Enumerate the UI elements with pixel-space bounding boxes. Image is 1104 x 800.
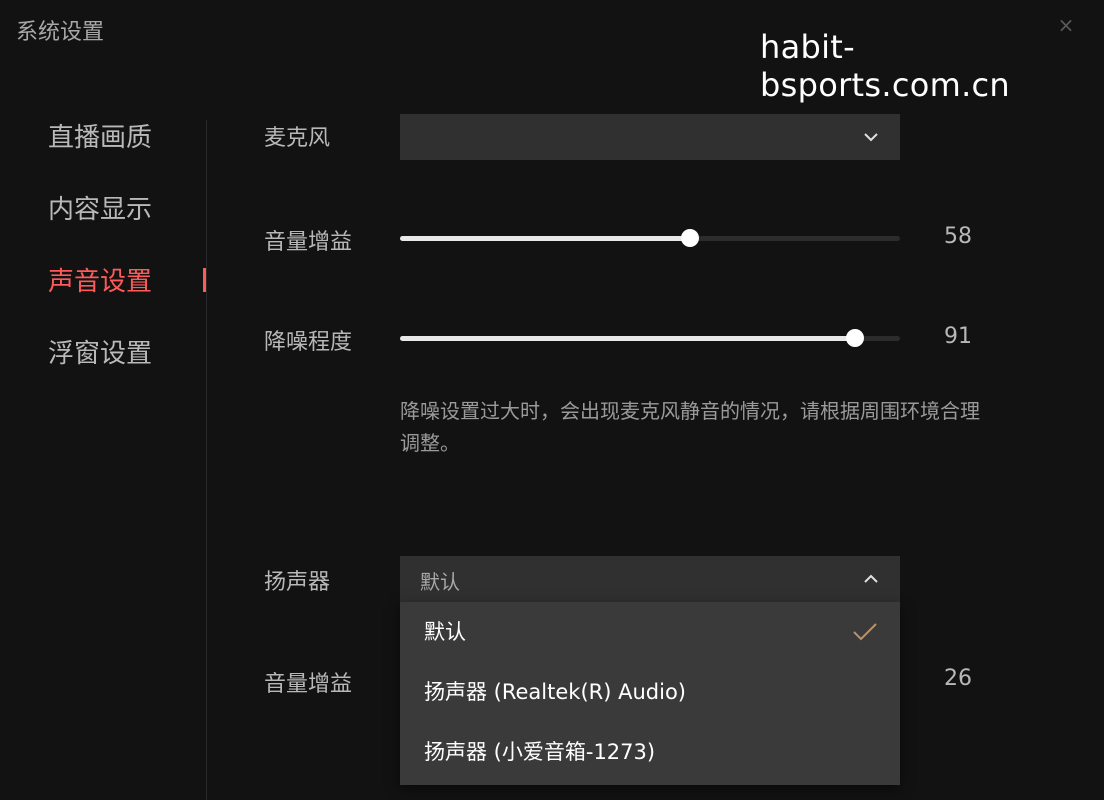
microphone-label: 麦克风 (264, 126, 331, 151)
slider-thumb[interactable] (681, 229, 699, 247)
mic-gain-slider[interactable] (400, 228, 900, 248)
noise-reduction-slider[interactable] (400, 328, 900, 348)
slider-thumb[interactable] (846, 329, 864, 347)
option-label: 默认 (424, 620, 466, 644)
noise-reduction-label: 降噪程度 (264, 330, 353, 355)
sidebar-item-quality[interactable]: 直播画质 (0, 110, 206, 182)
chevron-down-icon (864, 133, 878, 142)
speaker-gain-label: 音量增益 (264, 672, 353, 697)
mic-gain-value: 58 (944, 224, 972, 249)
option-label: 扬声器 (Realtek(R) Audio) (424, 680, 686, 704)
speaker-gain-value: 26 (944, 666, 972, 691)
sidebar: 直播画质 内容显示 声音设置 浮窗设置 (0, 110, 206, 398)
mic-gain-label: 音量增益 (264, 230, 353, 255)
slider-fill (400, 236, 690, 241)
window-title: 系统设置 (16, 20, 105, 45)
sidebar-item-content[interactable]: 内容显示 (0, 182, 206, 254)
speaker-select-value: 默认 (420, 570, 460, 594)
noise-hint: 降噪设置过大时，会出现麦克风静音的情况，请根据周围环境合理调整。 (400, 399, 980, 455)
noise-reduction-value: 91 (944, 324, 972, 349)
watermark: habit-bsports.com.cn (760, 28, 1011, 104)
sidebar-divider (206, 120, 207, 800)
sidebar-item-floating[interactable]: 浮窗设置 (0, 326, 206, 398)
speaker-option-realtek[interactable]: 扬声器 (Realtek(R) Audio) (400, 662, 900, 722)
slider-fill (400, 336, 855, 341)
option-label: 扬声器 (小爱音箱-1273) (424, 740, 656, 764)
checkmark-icon (853, 623, 877, 641)
speaker-dropdown-menu: 默认 扬声器 (Realtek(R) Audio) 扬声器 (小爱音箱-1273… (400, 602, 900, 785)
chevron-up-icon (864, 574, 878, 583)
speaker-option-default[interactable]: 默认 (400, 602, 900, 662)
speaker-label: 扬声器 (264, 570, 331, 595)
sidebar-item-sound[interactable]: 声音设置 (0, 254, 206, 326)
speaker-option-xiaoai[interactable]: 扬声器 (小爱音箱-1273) (400, 722, 900, 782)
microphone-select[interactable] (400, 114, 900, 160)
speaker-select[interactable]: 默认 (400, 556, 900, 602)
